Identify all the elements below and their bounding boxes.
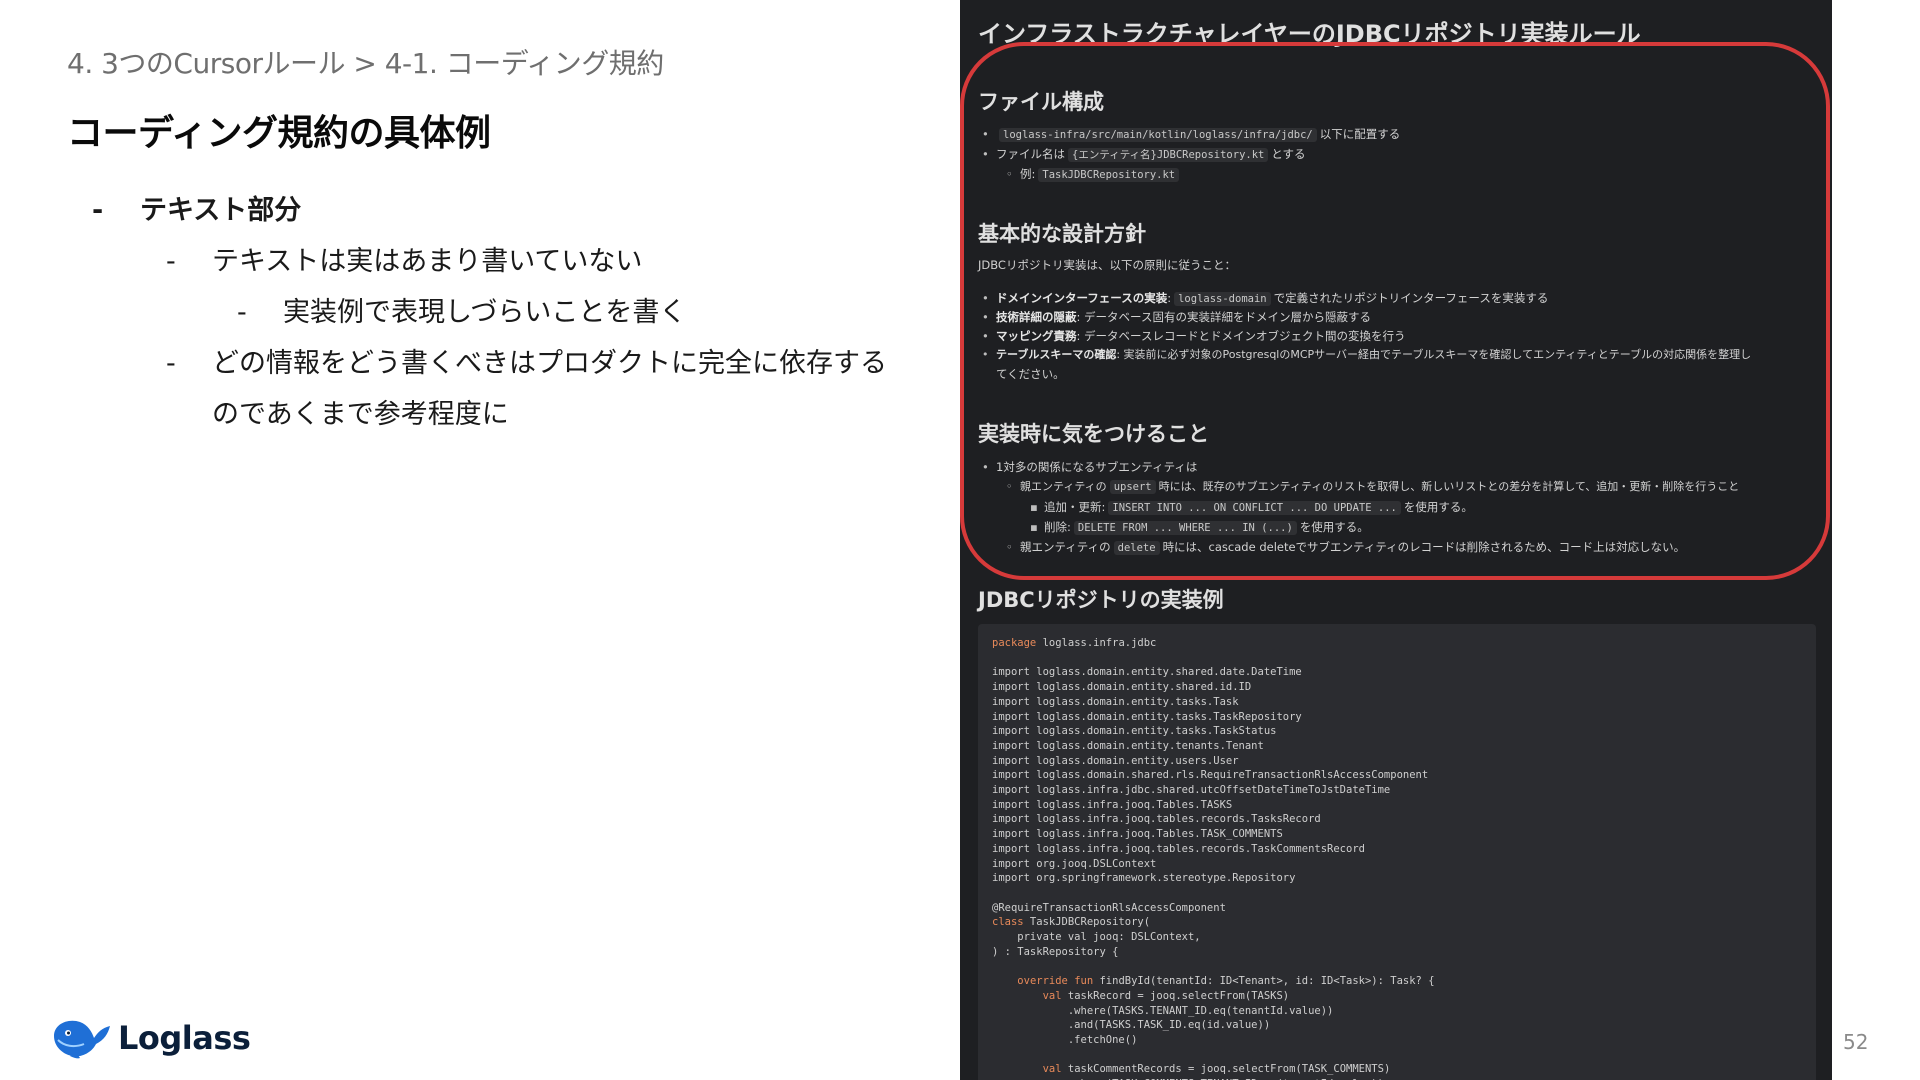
- code-line: private val jooq: DSLContext,: [992, 931, 1201, 943]
- code-line: import loglass.domain.shared.rls.Require…: [992, 769, 1429, 782]
- logo-wordmark: Loglass: [118, 1019, 251, 1057]
- code-line: package loglass.infra.jdbc: [992, 637, 1157, 649]
- code-line: @RequireTransactionRlsAccessComponent: [992, 901, 1226, 914]
- bullet-text: テキスト部分: [140, 195, 302, 226]
- code-line: val taskCommentRecords = jooq.selectFrom…: [1042, 1063, 1391, 1076]
- bullet-dash: -: [92, 195, 104, 226]
- code-line: val taskRecord = jooq.selectFrom(TASKS): [1042, 989, 1290, 1002]
- page-number: 52: [1843, 1030, 1869, 1054]
- company-logo: Loglass: [50, 1016, 251, 1060]
- code-line: import loglass.infra.jooq.tables.records…: [992, 842, 1365, 855]
- code-line: import loglass.infra.jooq.Tables.TASK_CO…: [992, 828, 1283, 841]
- slide-title: コーディング規約の具体例: [67, 113, 491, 154]
- code-line: import loglass.infra.jooq.Tables.TASKS: [992, 798, 1233, 811]
- whale-logo-icon: [54, 1020, 110, 1059]
- code-line: import loglass.domain.entity.tasks.TaskS…: [992, 725, 1277, 738]
- code-line: .where(TASKS.TENANT_ID.eq(tenantId.value…: [992, 1004, 1334, 1017]
- red-highlight-circle: [960, 42, 1830, 580]
- code-line: ) : TaskRepository {: [992, 945, 1119, 958]
- bullet-continuation: のであくまで参考程度に: [212, 399, 509, 430]
- code-line: import loglass.domain.entity.tasks.Task: [992, 695, 1239, 708]
- breadcrumb: 4. 3つのCursorルール > 4-1. コーディング規約: [67, 47, 664, 80]
- bullet-dash: -: [166, 246, 176, 277]
- code-line: .and(TASKS.TASK_ID.eq(id.value)): [992, 1019, 1271, 1032]
- code-line: override fun findById(tenantId: ID<Tenan…: [1017, 975, 1435, 988]
- bullet-text: テキストは実はあまり書いていない: [212, 246, 643, 277]
- code-line: import loglass.domain.entity.shared.date…: [992, 666, 1302, 679]
- code-line: .fetchOne(): [992, 1033, 1138, 1046]
- code-line: import loglass.domain.entity.shared.id.I…: [992, 681, 1252, 694]
- code-line: import loglass.domain.entity.tasks.TaskR…: [992, 710, 1302, 723]
- code-line: import org.springframework.stereotype.Re…: [992, 872, 1296, 885]
- bullet-text: どの情報をどう書くべきはプロダクトに完全に依存する: [212, 348, 887, 379]
- bullet-dash: -: [237, 297, 247, 328]
- code-block: package loglass.infra.jdbc import loglass…: [978, 624, 1816, 1080]
- code-line: import org.jooq.DSLContext: [992, 857, 1157, 870]
- code-line: class TaskJDBCRepository(: [992, 916, 1151, 929]
- code-line: import loglass.infra.jooq.tables.records…: [992, 813, 1321, 826]
- bullet-dash: -: [166, 348, 176, 379]
- doc-heading-example: JDBCリポジトリの実装例: [978, 588, 1224, 612]
- rules-document-screenshot: インフラストラクチャレイヤーのJDBCリポジトリ実装ルール ファイル構成 • lo…: [960, 0, 1832, 1080]
- code-line: import loglass.domain.entity.tenants.Ten…: [992, 739, 1264, 752]
- code-line: import loglass.infra.jdbc.shared.utcOffs…: [992, 784, 1391, 796]
- bullet-text: 実装例で表現しづらいことを書く: [283, 297, 687, 328]
- code-line: import loglass.domain.entity.users.User: [992, 754, 1239, 767]
